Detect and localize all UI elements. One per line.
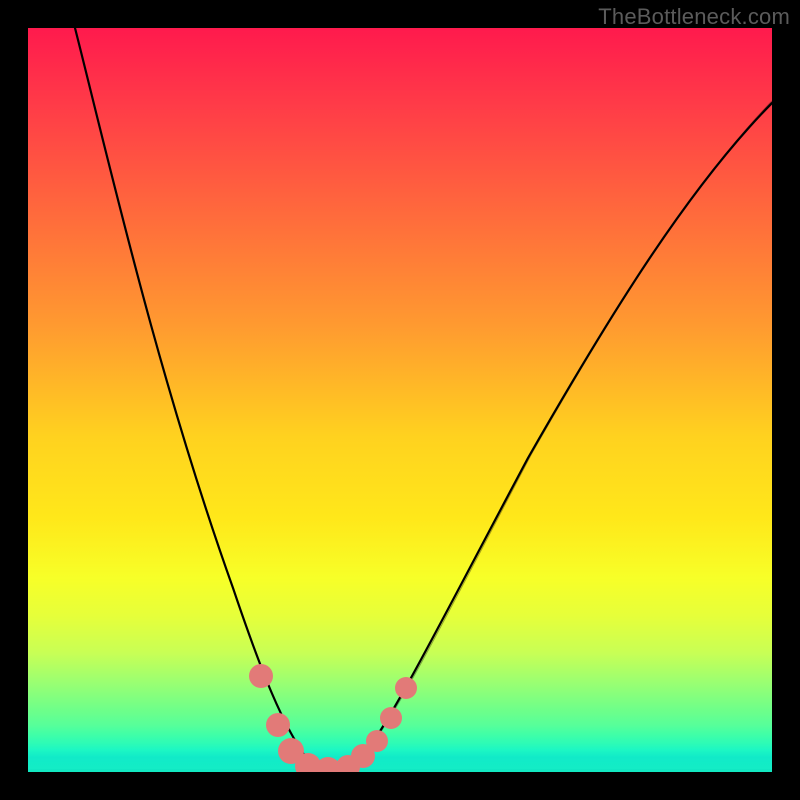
- chart-frame: TheBottleneck.com: [0, 0, 800, 800]
- marker-group: [249, 664, 417, 772]
- data-point: [380, 707, 402, 729]
- bottleneck-curve-right-shadow: [368, 101, 772, 750]
- watermark-text: TheBottleneck.com: [598, 4, 790, 30]
- data-point: [266, 713, 290, 737]
- plot-area: [28, 28, 772, 772]
- data-point: [395, 677, 417, 699]
- data-point: [366, 730, 388, 752]
- bottleneck-curve-svg: [28, 28, 772, 772]
- data-point: [249, 664, 273, 688]
